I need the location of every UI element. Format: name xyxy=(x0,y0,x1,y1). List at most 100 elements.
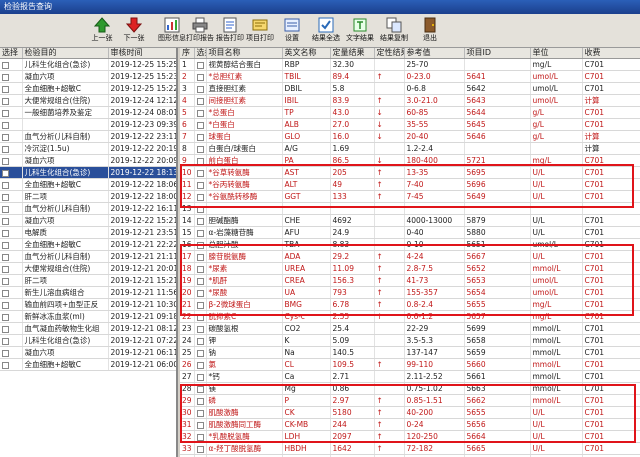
result-header[interactable]: 定量结果 xyxy=(330,48,375,59)
result-select-cell[interactable] xyxy=(194,226,207,239)
exam-list-row[interactable]: 肝二项 2019-12-21 15:21 xyxy=(0,274,176,287)
result-select-cell[interactable] xyxy=(194,70,207,83)
exam-checkbox[interactable] xyxy=(2,205,9,213)
result-row[interactable]: 19 *肌酐 CREA 156.3 ↑ 41-73 5653 umol/L C701 xyxy=(180,274,640,287)
exam-checkbox[interactable] xyxy=(2,73,9,81)
result-checkbox[interactable] xyxy=(196,85,204,93)
result-row[interactable]: 16 总胆汁酸 TBA 8.83 0-10 5651 umol/L C701 xyxy=(180,238,640,251)
result-header[interactable]: 参考值 xyxy=(404,48,465,59)
exam-checkbox[interactable] xyxy=(2,301,9,309)
exam-checkbox[interactable] xyxy=(2,325,9,333)
exam-select-cell[interactable] xyxy=(0,274,23,287)
result-checkbox[interactable] xyxy=(196,301,204,309)
result-row[interactable]: 7 球蛋白 GLO 16.0 ↓ 20-40 5646 g/L 计算 xyxy=(180,130,640,143)
result-row[interactable]: 24 钾 K 5.09 3.5-5.3 5658 mmol/L C701 xyxy=(180,334,640,347)
result-row[interactable]: 23 碳酸氢根 CO2 25.4 22-29 5699 mmol/L C701 xyxy=(180,322,640,335)
exam-select-cell[interactable] xyxy=(0,118,23,131)
result-select-cell[interactable] xyxy=(194,418,207,431)
result-select-cell[interactable] xyxy=(194,190,207,203)
result-row[interactable]: 18 *尿素 UREA 11.09 ↑ 2.8-7.5 5652 mmol/L C701 xyxy=(180,262,640,275)
result-select-cell[interactable] xyxy=(194,370,207,383)
exam-list-row[interactable]: 血气分析(儿科自制) 2019-12-22 23:11 xyxy=(0,130,176,143)
exam-list-row[interactable]: 大便常规组合(住院) 2019-12-21 20:01 xyxy=(0,262,176,275)
result-select-cell[interactable] xyxy=(194,82,207,95)
exam-list-row[interactable]: 凝血六项 2019-12-21 06:11 xyxy=(0,346,176,359)
toolbar-button-4[interactable]: 打印报告 xyxy=(186,16,214,46)
exam-select-cell[interactable] xyxy=(0,70,23,83)
exam-select-cell[interactable] xyxy=(0,286,23,299)
result-checkbox[interactable] xyxy=(196,433,204,441)
result-checkbox[interactable] xyxy=(196,265,204,273)
exam-checkbox[interactable] xyxy=(2,313,9,321)
exam-list-row[interactable]: 新鲜冰冻血浆(ml) 2019-12-21 09:18 xyxy=(0,310,176,323)
result-checkbox[interactable] xyxy=(196,421,204,429)
result-checkbox[interactable] xyxy=(196,241,204,249)
exam-checkbox[interactable] xyxy=(2,85,9,93)
exam-select-cell[interactable] xyxy=(0,106,23,119)
result-row[interactable]: 17 腺苷脱氨酶 ADA 29.2 ↑ 4-24 5667 U/L C701 xyxy=(180,250,640,263)
result-row[interactable]: 14 胆碱酯酶 CHE 4692 4000-13000 5879 U/L C701 xyxy=(180,214,640,227)
result-checkbox[interactable] xyxy=(196,385,204,393)
result-checkbox[interactable] xyxy=(196,229,204,237)
exam-list-row[interactable]: 血气凝血药敏物生化组 2019-12-21 08:12 xyxy=(0,322,176,335)
result-checkbox[interactable] xyxy=(196,361,204,369)
result-row[interactable]: 10 *谷草转氨酶 AST 205 ↑ 13-35 5695 U/L C701 xyxy=(180,166,640,179)
result-row[interactable]: 3 直接胆红素 DBIL 5.8 0-6.8 5642 umol/L C701 xyxy=(180,82,640,95)
exam-checkbox[interactable] xyxy=(2,169,9,177)
exam-list-row[interactable]: 全血细胞+超敏C 2019-12-22 18:06 xyxy=(0,178,176,191)
toolbar-button-10[interactable]: 结果复制 xyxy=(380,16,408,46)
exam-checkbox[interactable] xyxy=(2,109,9,117)
result-checkbox[interactable] xyxy=(196,145,204,153)
result-row[interactable]: 25 钠 Na 140.5 137-147 5659 mmol/L C701 xyxy=(180,346,640,359)
exam-list-row[interactable]: 儿科生化组合(急诊) 2019-12-21 07:22 xyxy=(0,334,176,347)
result-select-cell[interactable] xyxy=(194,106,207,119)
result-checkbox[interactable] xyxy=(196,337,204,345)
exam-select-cell[interactable] xyxy=(0,166,23,179)
toolbar-button-1[interactable]: 上一张 xyxy=(88,16,116,46)
result-checkbox[interactable] xyxy=(196,325,204,333)
result-row[interactable]: 21 β-2微球蛋白 BMG 6.78 ↑ 0.8-2.4 5655 mg/L C701 xyxy=(180,298,640,311)
result-select-cell[interactable] xyxy=(194,178,207,191)
result-row[interactable]: 13 xyxy=(180,202,640,215)
result-select-cell[interactable] xyxy=(194,130,207,143)
result-checkbox[interactable] xyxy=(196,445,204,453)
exam-list-row[interactable]: 一般细菌培养及鉴定 2019-12-24 08:01 xyxy=(0,106,176,119)
result-row[interactable]: 8 白蛋白/球蛋白 A/G 1.69 1.2-2.4 计算 xyxy=(180,142,640,155)
result-row[interactable]: 5 *总蛋白 TP 43.0 ↓ 60-85 5644 g/L C701 xyxy=(180,106,640,119)
toolbar-button-9[interactable]: 文字结果 xyxy=(346,16,374,46)
result-checkbox[interactable] xyxy=(196,205,204,213)
result-select-cell[interactable] xyxy=(194,274,207,287)
exam-checkbox[interactable] xyxy=(2,349,9,357)
result-header[interactable]: 项目ID xyxy=(464,48,531,59)
result-checkbox[interactable] xyxy=(196,181,204,189)
exam-list-header[interactable]: 选择 xyxy=(0,48,23,59)
exam-checkbox[interactable] xyxy=(2,265,9,273)
exam-checkbox[interactable] xyxy=(2,181,9,189)
exam-list-row[interactable]: 大便常规组合(住院) 2019-12-24 12:12 xyxy=(0,94,176,107)
result-select-cell[interactable] xyxy=(194,250,207,263)
result-checkbox[interactable] xyxy=(196,73,204,81)
exam-select-cell[interactable] xyxy=(0,82,23,95)
result-row[interactable]: 6 *白蛋白 ALB 27.0 ↓ 35-55 5645 g/L C701 xyxy=(180,118,640,131)
result-select-cell[interactable] xyxy=(194,154,207,167)
exam-list-row[interactable]: 血气分析(儿科自制) 2019-12-21 21:11 xyxy=(0,250,176,263)
result-row[interactable]: 29 磷 P 2.97 ↑ 0.85-1.51 5662 mmol/L C701 xyxy=(180,394,640,407)
exam-select-cell[interactable] xyxy=(0,202,23,215)
result-checkbox[interactable] xyxy=(196,121,204,129)
exam-checkbox[interactable] xyxy=(2,361,9,369)
exam-checkbox[interactable] xyxy=(2,157,9,165)
result-checkbox[interactable] xyxy=(196,97,204,105)
toolbar-button-2[interactable]: 下一张 xyxy=(120,16,148,46)
result-header[interactable]: 项目名称 xyxy=(206,48,283,59)
exam-checkbox[interactable] xyxy=(2,61,9,69)
result-header[interactable]: 序 xyxy=(180,48,195,59)
result-select-cell[interactable] xyxy=(194,58,207,71)
result-select-cell[interactable] xyxy=(194,118,207,131)
result-select-cell[interactable] xyxy=(194,238,207,251)
exam-select-cell[interactable] xyxy=(0,310,23,323)
exam-checkbox[interactable] xyxy=(2,121,9,129)
toolbar-button-6[interactable]: 项目打印 xyxy=(246,16,274,46)
exam-checkbox[interactable] xyxy=(2,229,9,237)
exam-list-row[interactable]: 全血细胞+超敏C 2019-12-21 22:22 xyxy=(0,238,176,251)
result-checkbox[interactable] xyxy=(196,169,204,177)
